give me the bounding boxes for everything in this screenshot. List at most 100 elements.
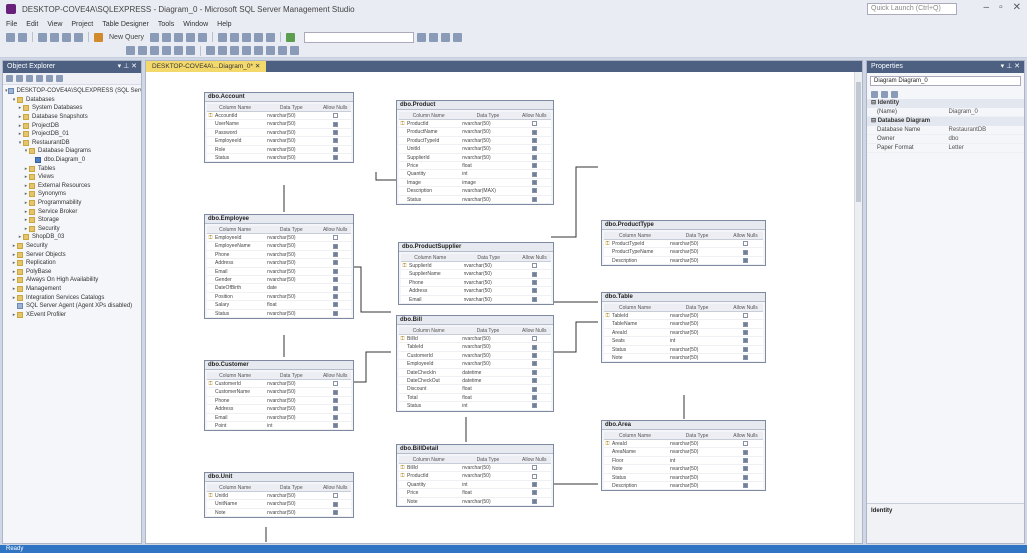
data-type-cell[interactable]: nvarchar(50) [462, 464, 517, 471]
vertical-scrollbar[interactable] [854, 72, 862, 543]
arrange-tables-icon[interactable] [254, 46, 263, 55]
table-row[interactable]: Quantity int [399, 480, 551, 490]
data-type-cell[interactable]: nvarchar(50) [267, 397, 319, 404]
tree-item[interactable]: ▸ Database Snapshots [3, 113, 141, 122]
allow-nulls-checkbox[interactable] [531, 336, 537, 342]
open-folder-icon[interactable] [50, 32, 59, 42]
allow-nulls-checkbox[interactable] [531, 179, 537, 185]
column-name-cell[interactable]: EmployeeId [406, 360, 462, 367]
column-name-cell[interactable]: DateOfBirth [214, 284, 267, 291]
column-name-cell[interactable]: TableId [611, 312, 670, 319]
allow-nulls-cell[interactable] [728, 329, 763, 336]
menu-view[interactable]: View [47, 21, 62, 28]
column-name-cell[interactable]: TableId [406, 343, 462, 350]
data-type-cell[interactable]: nvarchar(50) [464, 270, 519, 277]
table-row[interactable]: Note nvarchar(50) [604, 465, 763, 474]
table-row[interactable]: Description nvarchar(50) [604, 481, 763, 491]
data-type-cell[interactable]: nvarchar(50) [670, 474, 728, 481]
table-row[interactable]: Note nvarchar(50) [399, 497, 551, 506]
column-name-cell[interactable]: Price [406, 489, 462, 496]
column-name-cell[interactable]: Status [406, 196, 462, 203]
property-row[interactable]: Owner dbo [867, 135, 1024, 144]
data-type-cell[interactable]: date [267, 284, 319, 291]
allow-nulls-checkbox[interactable] [332, 243, 338, 249]
allow-nulls-checkbox[interactable] [743, 329, 749, 335]
property-pages-icon[interactable] [891, 90, 898, 98]
analysis-query-icon[interactable] [162, 32, 172, 42]
allow-nulls-cell[interactable] [518, 385, 551, 392]
column-name-cell[interactable]: Total [406, 394, 462, 401]
column-name-cell[interactable]: Status [611, 474, 670, 481]
data-type-cell[interactable]: nvarchar(50) [267, 268, 319, 275]
table-row[interactable]: UserName nvarchar(50) [207, 120, 351, 129]
table-row[interactable]: ⚿ BillId nvarchar(50) [399, 335, 551, 344]
table-table[interactable]: dbo.Table Column Name Data Type Allow Nulls… [601, 292, 766, 364]
generate-script-icon[interactable] [186, 46, 195, 55]
save-all-icon[interactable] [74, 32, 83, 42]
allow-nulls-checkbox[interactable] [743, 474, 749, 480]
allow-nulls-checkbox[interactable] [743, 321, 749, 327]
data-type-cell[interactable]: nvarchar(50) [267, 129, 319, 136]
table-row[interactable]: UnitName nvarchar(50) [207, 500, 351, 509]
categorized-icon[interactable] [871, 90, 878, 98]
forward-icon[interactable] [18, 32, 27, 42]
disconnect-icon[interactable] [16, 75, 23, 82]
add-related-tables-icon[interactable] [150, 46, 159, 55]
table-row[interactable]: Address nvarchar(50) [207, 259, 351, 268]
tree-item[interactable]: ▸ Service Broker [3, 207, 141, 216]
collapse-icon[interactable]: ⊟ [871, 100, 878, 106]
column-name-cell[interactable]: Status [611, 346, 670, 353]
data-type-cell[interactable]: float [462, 162, 517, 169]
data-type-cell[interactable]: nvarchar(50) [670, 354, 728, 361]
column-name-cell[interactable]: UnitId [406, 145, 462, 152]
new-table-icon[interactable] [126, 46, 135, 55]
allow-nulls-checkbox[interactable] [332, 310, 338, 316]
data-type-cell[interactable]: nvarchar(50) [267, 380, 319, 387]
tree-item[interactable]: ▾DESKTOP-COVE4A\SQLEXPRESS (SQL Server 1… [3, 87, 141, 96]
allow-nulls-checkbox[interactable] [743, 338, 749, 344]
tree-item[interactable]: ▸ ProjectDB_01 [3, 130, 141, 139]
allow-nulls-cell[interactable] [319, 242, 351, 249]
allow-nulls-checkbox[interactable] [531, 498, 537, 504]
table-row[interactable]: ⚿ EmployeeId nvarchar(50) [207, 234, 351, 243]
column-name-cell[interactable]: Description [611, 482, 670, 489]
table-row[interactable]: UnitId nvarchar(50) [399, 145, 551, 154]
table-title[interactable]: dbo.Account [205, 93, 353, 102]
data-type-cell[interactable]: nvarchar(50) [462, 352, 517, 359]
allow-nulls-checkbox[interactable] [332, 501, 338, 507]
table-row[interactable]: Status nvarchar(50) [604, 345, 763, 354]
allow-nulls-checkbox[interactable] [531, 361, 537, 367]
column-name-cell[interactable]: Status [406, 402, 462, 409]
allow-nulls-cell[interactable] [319, 154, 351, 161]
stop-icon[interactable] [26, 75, 33, 82]
allow-nulls-checkbox[interactable] [332, 414, 338, 420]
data-type-cell[interactable]: nvarchar(MAX) [462, 187, 517, 194]
allow-nulls-cell[interactable] [728, 312, 763, 319]
tree-item[interactable]: ▸ Server Objects [3, 250, 141, 259]
table-row[interactable]: ⚿ TableId nvarchar(50) [604, 312, 763, 321]
allow-nulls-cell[interactable] [518, 162, 551, 169]
column-name-cell[interactable]: Description [611, 257, 670, 264]
allow-nulls-checkbox[interactable] [743, 441, 749, 447]
allow-nulls-cell[interactable] [518, 179, 551, 186]
dmx-query-icon[interactable] [186, 32, 196, 42]
table-row[interactable]: DateCheckOut datetime [399, 376, 551, 386]
tree-item[interactable]: ▸ External Resources [3, 182, 141, 191]
tree-item[interactable]: ▸ System Databases [3, 104, 141, 113]
allow-nulls-checkbox[interactable] [531, 154, 537, 160]
column-name-cell[interactable]: EmployeeId [214, 137, 267, 144]
data-type-cell[interactable]: nvarchar(50) [670, 482, 728, 489]
tree-item[interactable]: ▸ Programmability [3, 199, 141, 208]
data-type-cell[interactable]: image [462, 179, 517, 186]
column-name-cell[interactable]: SupplierName [408, 270, 464, 277]
tree-item[interactable]: ▸ Views [3, 173, 141, 182]
tree-item[interactable]: ▸ XEvent Profiler [3, 310, 141, 319]
allow-nulls-cell[interactable] [319, 251, 351, 258]
allow-nulls-cell[interactable] [518, 335, 551, 342]
allow-nulls-cell[interactable] [319, 259, 351, 266]
allow-nulls-cell[interactable] [319, 234, 351, 241]
table-row[interactable]: ProductTypeName nvarchar(50) [604, 248, 763, 257]
table-row[interactable]: TableId nvarchar(50) [399, 343, 551, 352]
column-name-cell[interactable]: Discount [406, 385, 462, 392]
data-type-cell[interactable]: nvarchar(50) [267, 251, 319, 258]
